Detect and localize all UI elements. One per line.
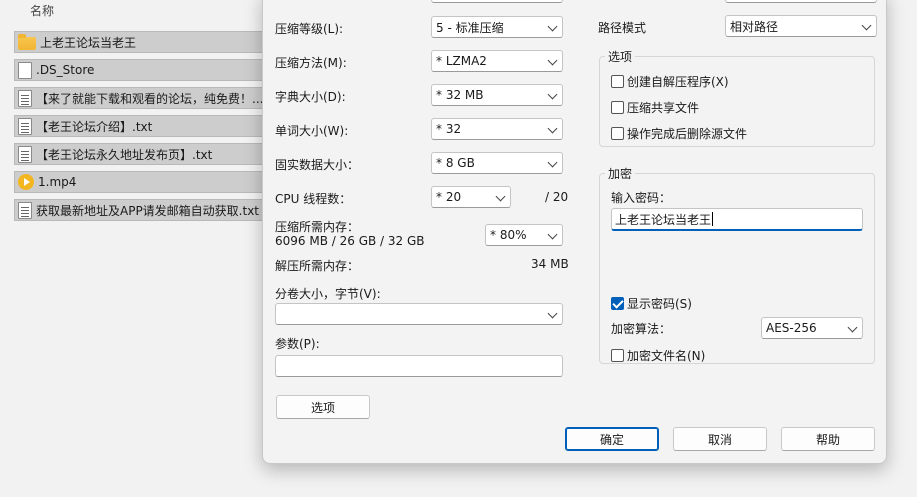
list-item[interactable]: 上老王论坛当老王 bbox=[14, 31, 276, 53]
dictionary-size-select[interactable]: * 32 MB bbox=[431, 84, 563, 106]
text-caret bbox=[712, 212, 714, 226]
path-mode-label: 路径模式 bbox=[598, 21, 647, 35]
checkbox-label: 显示密码(S) bbox=[627, 297, 692, 311]
compress-memory-label: 压缩所需内存： bbox=[275, 220, 360, 234]
encryption-method-select[interactable]: AES-256 bbox=[761, 317, 863, 339]
word-size-label: 单词大小(W): bbox=[275, 124, 349, 138]
memory-usage-select[interactable]: * 80% bbox=[485, 224, 563, 246]
chevron-down-icon bbox=[861, 20, 872, 31]
options-button[interactable]: 选项 bbox=[276, 395, 370, 419]
ok-button[interactable]: 确定 bbox=[565, 427, 659, 451]
options-group-title: 选项 bbox=[605, 48, 636, 65]
chevron-down-icon bbox=[495, 191, 506, 202]
password-input[interactable]: 上老王论坛当老王 bbox=[611, 208, 863, 231]
update-mode-select[interactable] bbox=[725, 0, 877, 3]
archive-format-select[interactable] bbox=[431, 0, 563, 3]
encrypt-filenames-checkbox[interactable]: 加密文件名(N) bbox=[611, 347, 705, 364]
show-password-checkbox[interactable]: 显示密码(S) bbox=[611, 295, 692, 312]
word-size-value: * 32 bbox=[436, 122, 462, 136]
checkbox-box[interactable] bbox=[611, 75, 624, 88]
password-label: 输入密码： bbox=[611, 191, 672, 205]
video-file-icon bbox=[18, 174, 34, 190]
list-item[interactable]: 获取最新地址及APP请发邮箱自动获取.txt bbox=[14, 199, 276, 221]
chevron-down-icon bbox=[547, 157, 558, 168]
compression-method-label: 压缩方法(M): bbox=[275, 56, 347, 70]
checkbox-label: 操作完成后删除源文件 bbox=[627, 127, 748, 141]
cpu-threads-max: / 20 bbox=[545, 190, 569, 204]
memory-usage-value: * 80% bbox=[490, 228, 527, 242]
path-mode-select[interactable]: 相对路径 bbox=[725, 15, 877, 37]
cpu-threads-value: * 20 bbox=[436, 190, 462, 204]
file-name: 获取最新地址及APP请发邮箱自动获取.txt bbox=[36, 203, 260, 218]
create-sfx-checkbox[interactable]: 创建自解压程序(X) bbox=[611, 73, 729, 90]
dictionary-size-value: * 32 MB bbox=[436, 88, 484, 102]
split-volumes-label: 分卷大小，字节(V): bbox=[275, 287, 381, 301]
text-file-icon bbox=[18, 201, 32, 219]
column-header-name[interactable]: 名称 bbox=[30, 2, 54, 19]
help-button[interactable]: 帮助 bbox=[781, 427, 875, 451]
file-name: 【来了就能下载和观看的论坛，纯免费！... bbox=[36, 91, 264, 106]
cancel-button[interactable]: 取消 bbox=[673, 427, 767, 451]
checkbox-checked-icon[interactable] bbox=[611, 297, 624, 310]
path-mode-value: 相对路径 bbox=[730, 19, 779, 34]
list-item[interactable]: 1.mp4 bbox=[14, 171, 276, 193]
list-item[interactable]: 【老王论坛介绍】.txt bbox=[14, 115, 276, 137]
compression-method-select[interactable]: * LZMA2 bbox=[431, 50, 563, 72]
file-name: 【老王论坛永久地址发布页】.txt bbox=[36, 147, 213, 162]
encryption-group-title: 加密 bbox=[605, 165, 636, 182]
checkbox-label: 加密文件名(N) bbox=[627, 349, 706, 363]
chevron-down-icon bbox=[547, 123, 558, 134]
decompress-memory-label: 解压所需内存： bbox=[275, 259, 360, 273]
checkbox-label: 压缩共享文件 bbox=[627, 101, 700, 115]
parameters-label: 参数(P): bbox=[275, 337, 320, 351]
compression-level-select[interactable]: 5 - 标准压缩 bbox=[431, 16, 563, 38]
file-name: .DS_Store bbox=[36, 63, 95, 77]
compression-level-label: 压缩等级(L): bbox=[275, 22, 344, 36]
text-file-icon bbox=[18, 89, 32, 107]
chevron-down-icon bbox=[547, 21, 558, 32]
encryption-method-value: AES-256 bbox=[766, 321, 817, 335]
cpu-threads-select[interactable]: * 20 bbox=[431, 186, 511, 208]
password-value: 上老王论坛当老王 bbox=[615, 212, 712, 227]
compression-method-value: * LZMA2 bbox=[436, 54, 487, 68]
cpu-threads-label: CPU 线程数： bbox=[275, 192, 352, 206]
add-to-archive-dialog: 压缩等级(L): 5 - 标准压缩 压缩方法(M): * LZMA2 字典大小(… bbox=[262, 0, 887, 464]
solid-block-size-label: 固实数据大小： bbox=[275, 158, 360, 172]
list-item[interactable]: 【老王论坛永久地址发布页】.txt bbox=[14, 143, 276, 165]
solid-block-size-select[interactable]: * 8 GB bbox=[431, 152, 563, 174]
list-item[interactable]: .DS_Store bbox=[14, 59, 276, 81]
dictionary-size-label: 字典大小(D): bbox=[275, 90, 346, 104]
list-item[interactable]: 【来了就能下载和观看的论坛，纯免费！... bbox=[14, 87, 276, 109]
chevron-down-icon bbox=[547, 55, 558, 66]
checkbox-box[interactable] bbox=[611, 127, 624, 140]
text-file-icon bbox=[18, 145, 32, 163]
folder-icon bbox=[18, 33, 36, 50]
split-volumes-select[interactable] bbox=[275, 303, 563, 325]
chevron-down-icon bbox=[547, 308, 558, 319]
chevron-down-icon bbox=[547, 89, 558, 100]
compress-memory-detail: 6096 MB / 26 GB / 32 GB bbox=[275, 234, 425, 248]
file-name: 【老王论坛介绍】.txt bbox=[36, 119, 153, 134]
decompress-memory-value: 34 MB bbox=[531, 257, 569, 271]
compress-shared-files-checkbox[interactable]: 压缩共享文件 bbox=[611, 99, 699, 116]
text-file-icon bbox=[18, 117, 32, 135]
compression-level-value: 5 - 标准压缩 bbox=[436, 20, 504, 35]
delete-after-compress-checkbox[interactable]: 操作完成后删除源文件 bbox=[611, 125, 747, 142]
file-name: 上老王论坛当老王 bbox=[40, 35, 137, 50]
encryption-method-label: 加密算法： bbox=[611, 322, 672, 336]
file-name: 1.mp4 bbox=[38, 175, 77, 189]
checkbox-label: 创建自解压程序(X) bbox=[627, 75, 729, 89]
checkbox-box[interactable] bbox=[611, 349, 624, 362]
chevron-down-icon bbox=[547, 229, 558, 240]
parameters-input[interactable] bbox=[275, 355, 563, 377]
solid-block-size-value: * 8 GB bbox=[436, 156, 475, 170]
file-icon bbox=[18, 61, 32, 79]
checkbox-box[interactable] bbox=[611, 101, 624, 114]
chevron-down-icon bbox=[847, 322, 858, 333]
word-size-select[interactable]: * 32 bbox=[431, 118, 563, 140]
